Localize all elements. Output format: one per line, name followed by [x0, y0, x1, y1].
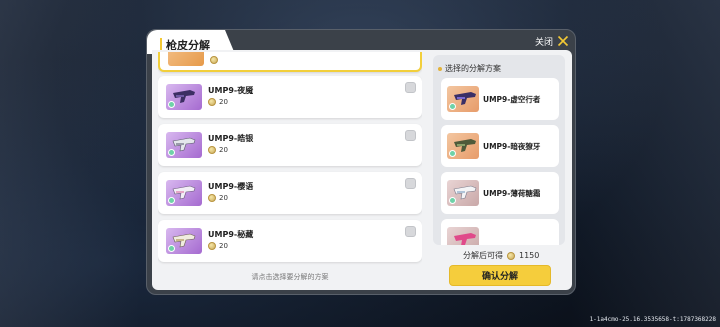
skin-name: UMP9-秘藏	[208, 230, 254, 239]
skin-cost	[210, 56, 218, 64]
result-amount: 1150	[519, 251, 540, 260]
list-item[interactable]: UMP9-樱语 20	[158, 172, 422, 214]
skin-cost: 20	[208, 98, 228, 106]
skin-name: UMP9-樱语	[208, 182, 254, 191]
selected-skin-name: UMP9-薄荷糖霜	[483, 189, 541, 198]
header-dot-icon	[438, 66, 442, 71]
skin-decompose-dialog: 枪皮分解 关闭 UMP9-夜魇 20 UMP9-皓银 20 UMP9-樱语 20…	[146, 29, 576, 295]
rarity-gem-icon	[168, 197, 175, 204]
selected-item[interactable]: UMP9-薄荷糖霜	[441, 172, 559, 214]
close-label: 关闭	[534, 37, 553, 48]
skin-thumbnail	[166, 132, 202, 158]
gun-icon	[454, 233, 476, 245]
rarity-gem-icon	[449, 150, 456, 157]
coin-icon	[208, 98, 216, 106]
select-checkbox[interactable]	[405, 82, 416, 93]
skin-name: UMP9-夜魇	[208, 86, 254, 95]
select-checkbox[interactable]	[405, 178, 416, 189]
skin-cost: 20	[208, 146, 228, 154]
rarity-gem-icon	[168, 149, 175, 156]
cost-value: 20	[219, 146, 228, 154]
confirm-decompose-button[interactable]: 确认分解	[449, 265, 551, 286]
selected-item[interactable]: UMP9-暗夜獠牙	[441, 125, 559, 167]
title-accent-bar	[160, 38, 162, 50]
cost-value: 20	[219, 194, 228, 202]
rarity-gem-icon	[168, 101, 175, 108]
selected-plan-header: 选择的分解方案	[438, 63, 501, 74]
skin-thumbnail	[166, 180, 202, 206]
rarity-gem-icon	[449, 103, 456, 110]
skin-thumbnail	[166, 228, 202, 254]
cost-value: 20	[219, 98, 228, 106]
selected-item-partial[interactable]	[441, 219, 559, 245]
skin-thumbnail	[447, 86, 479, 112]
coin-icon	[208, 242, 216, 250]
decompose-result: 分解后可得 1150	[463, 250, 539, 261]
coin-icon	[208, 146, 216, 154]
skin-thumbnail	[166, 84, 202, 110]
build-info-text: 1-1a4cmo-25.16.3535658-t:1787368228	[589, 316, 716, 323]
selected-item[interactable]: UMP9-虚空行者	[441, 78, 559, 120]
select-checkbox[interactable]	[405, 226, 416, 237]
skin-name: UMP9-皓银	[208, 134, 254, 143]
coin-icon	[507, 251, 515, 260]
select-checkbox[interactable]	[405, 130, 416, 141]
coin-icon	[210, 56, 218, 64]
selected-skin-name: UMP9-暗夜獠牙	[483, 142, 541, 151]
list-item[interactable]: UMP9-夜魇 20	[158, 76, 422, 118]
result-label: 分解后可得	[463, 251, 503, 260]
rarity-gem-icon	[449, 197, 456, 204]
decompose-footer: 分解后可得 1150 确认分解	[433, 250, 565, 290]
close-button[interactable]: 关闭	[535, 33, 569, 49]
rarity-gem-icon	[168, 245, 175, 252]
skin-cost: 20	[208, 242, 228, 250]
list-item[interactable]: UMP9-皓银 20	[158, 124, 422, 166]
skin-thumbnail	[447, 133, 479, 159]
selected-plan-title: 选择的分解方案	[445, 64, 501, 73]
skin-thumbnail	[447, 180, 479, 206]
selection-hint: 请点击选择要分解的方案	[251, 273, 329, 281]
cost-value: 20	[219, 242, 228, 250]
skin-thumbnail	[168, 52, 204, 66]
list-item-partial[interactable]	[158, 52, 422, 72]
coin-icon	[208, 194, 216, 202]
skin-list[interactable]: UMP9-夜魇 20 UMP9-皓银 20 UMP9-樱语 20 UMP9-秘藏…	[158, 52, 422, 266]
list-item[interactable]: UMP9-秘藏 20	[158, 220, 422, 262]
content-panel: UMP9-夜魇 20 UMP9-皓银 20 UMP9-樱语 20 UMP9-秘藏…	[152, 50, 572, 290]
close-icon	[557, 35, 569, 47]
skin-thumbnail	[447, 227, 479, 245]
selected-skin-name: UMP9-虚空行者	[483, 95, 541, 104]
skin-cost: 20	[208, 194, 228, 202]
selected-plan-panel[interactable]: 选择的分解方案 UMP9-虚空行者 UMP9-暗夜獠牙 UMP9-薄荷糖霜	[433, 55, 565, 245]
